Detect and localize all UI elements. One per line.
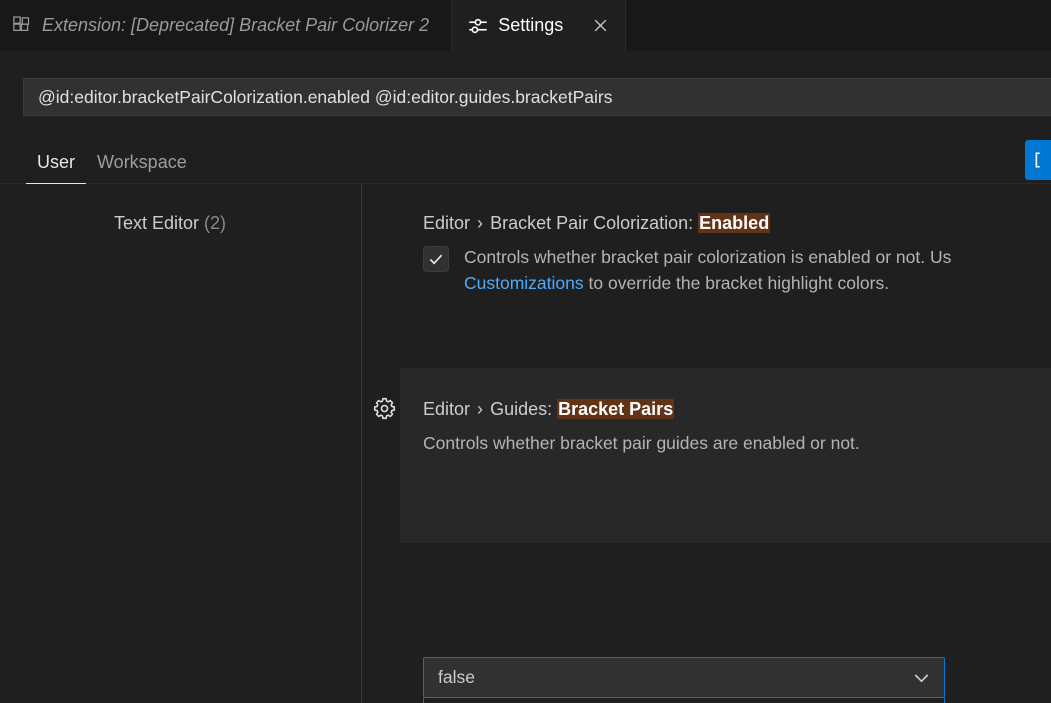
dropdown-option-true[interactable]: true [424, 698, 944, 703]
setting-name-highlighted: Bracket Pairs [557, 399, 674, 419]
settings-editor-window: Extension: [Deprecated] Bracket Pair Col… [0, 0, 1051, 703]
gear-icon[interactable] [369, 393, 399, 423]
setting-category: Bracket Pair Colorization: [490, 213, 693, 233]
extensions-icon [12, 16, 32, 36]
checkbox-bracket-pair-colorization-enabled[interactable] [423, 246, 449, 272]
settings-body: Text Editor (2) Editor › Bracket Pair Co… [0, 184, 1051, 703]
select-value: false [438, 667, 475, 688]
setting-description: Controls whether bracket pair colorizati… [423, 245, 1051, 296]
select-guides-bracket-pairs[interactable]: false [423, 657, 945, 698]
editor-tab-bar: Extension: [Deprecated] Bracket Pair Col… [0, 0, 1051, 51]
setting-breadcrumb-root: Editor [423, 213, 470, 233]
settings-table-of-contents: Text Editor (2) [0, 184, 361, 703]
settings-sliders-icon [468, 16, 488, 36]
settings-search-row: @id:editor.bracketPairColorization.enabl… [0, 51, 1051, 134]
setting-2-content: Editor › Guides: Bracket Pairs Controls … [423, 399, 1043, 457]
setting-title: Editor › Guides: Bracket Pairs [423, 399, 1043, 420]
tab-user-settings[interactable]: User [26, 152, 86, 184]
chevron-down-icon [911, 667, 932, 688]
breadcrumb-chevron-icon: › [475, 399, 485, 419]
setting-item-guides-bracket-pairs[interactable]: Editor › Guides: Bracket Pairs Controls … [362, 368, 1051, 543]
tab-extension-bracket-pair-colorizer[interactable]: Extension: [Deprecated] Bracket Pair Col… [0, 0, 452, 51]
tab-label: Extension: [Deprecated] Bracket Pair Col… [42, 15, 429, 36]
setting-breadcrumb-root: Editor [423, 399, 470, 419]
setting-title: Editor › Bracket Pair Colorization: Enab… [423, 213, 1051, 234]
search-input[interactable]: @id:editor.bracketPairColorization.enabl… [23, 78, 1051, 116]
settings-list: Editor › Bracket Pair Colorization: Enab… [362, 184, 1051, 703]
select-dropdown-list: true active false default Disables brack… [423, 698, 945, 703]
toc-item-count: (2) [204, 213, 226, 233]
close-icon[interactable] [585, 11, 615, 41]
setting-description-link[interactable]: Customizations [464, 273, 584, 293]
setting-description-line1: Controls whether bracket pair colorizati… [464, 247, 951, 267]
breadcrumb-chevron-icon: › [475, 213, 485, 233]
settings-scope-tabs: User Workspace [26, 134, 198, 184]
tab-settings[interactable]: Settings [452, 0, 626, 51]
setting-description: Controls whether bracket pair guides are… [423, 431, 1043, 457]
tab-workspace-settings[interactable]: Workspace [86, 152, 198, 184]
open-settings-json-button[interactable] [1025, 140, 1051, 180]
setting-item-bracket-pair-colorization-enabled[interactable]: Editor › Bracket Pair Colorization: Enab… [362, 213, 1051, 296]
setting-name-highlighted: Enabled [698, 213, 770, 233]
settings-scope-row: User Workspace [0, 134, 1051, 184]
setting-description-line2: to override the bracket highlight colors… [584, 273, 889, 293]
setting-category: Guides: [490, 399, 552, 419]
sidebar-item-text-editor[interactable]: Text Editor (2) [0, 213, 340, 234]
tab-bar-empty-space [626, 0, 1051, 51]
tab-label: Settings [498, 15, 563, 36]
toc-item-label: Text Editor [114, 213, 199, 233]
